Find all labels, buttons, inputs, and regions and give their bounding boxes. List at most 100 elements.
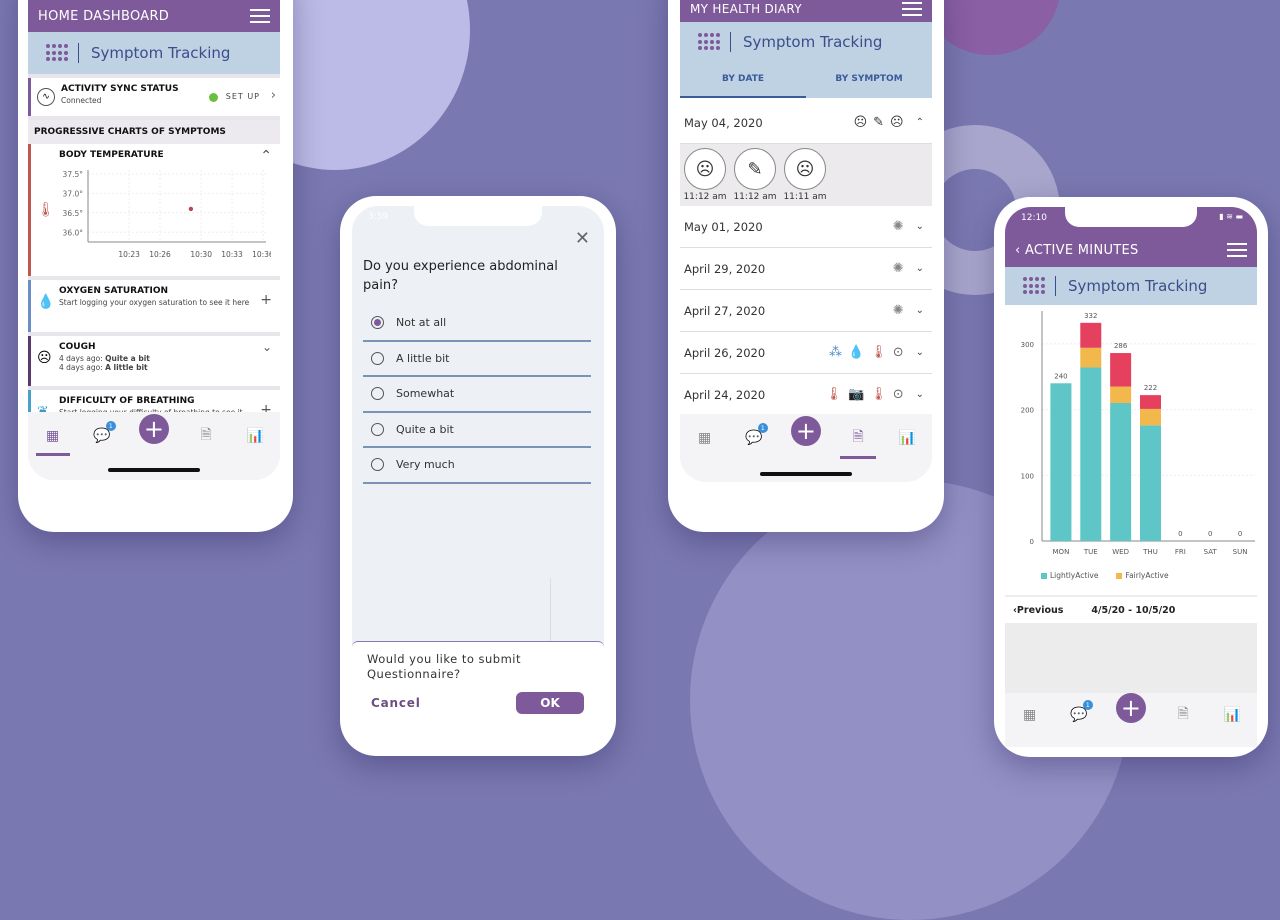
notification-badge: 1 (105, 421, 116, 431)
radio-button[interactable] (371, 316, 384, 330)
charts-icon[interactable]: 📊 (895, 426, 919, 450)
chevron-down-icon[interactable]: ⌄ (916, 389, 924, 400)
diary-icon[interactable]: 🗎 (846, 426, 870, 450)
dot-grid-logo-icon (46, 44, 68, 62)
chevron-down-icon[interactable]: ⌄ (262, 340, 272, 354)
bar-segment-veryactive[interactable] (1140, 395, 1161, 409)
hamburger-icon[interactable] (1227, 243, 1247, 257)
radio-button[interactable] (371, 351, 384, 365)
answer-option[interactable]: Quite a bit (363, 413, 591, 448)
add-icon[interactable]: + (260, 292, 272, 308)
body-temperature-chart: 37.5° 37.0° 36.5° 36.0° 10:23 10:26 10:30 10:33… (63, 170, 271, 259)
dashboard-icon[interactable]: ▦ (41, 424, 65, 448)
diary-entry[interactable]: ☹ 11:11 am (782, 148, 828, 206)
diary-row[interactable]: April 24, 2020 🌡 📷 🌡 ⊙ ⌄ (680, 374, 932, 416)
bar-segment-lightlyactive[interactable] (1140, 425, 1161, 541)
diary-row[interactable]: April 26, 2020 ⁂ 💧 🌡 ⊙ ⌄ (680, 332, 932, 374)
diary-row[interactable]: April 29, 2020 ✺ ⌄ (680, 248, 932, 290)
radio-button[interactable] (371, 387, 384, 401)
chevron-down-icon[interactable]: ⌄ (916, 263, 924, 274)
page-title: MY HEALTH DIARY (690, 2, 802, 16)
screen-questionnaire: 3:59 ✕ Do you experience abdominal pain?… (352, 206, 604, 746)
diary-entry[interactable]: ✎ 11:12 am (732, 148, 778, 206)
charts-icon[interactable]: 📊 (243, 424, 267, 448)
chevron-up-icon[interactable]: ⌃ (260, 148, 272, 164)
chat-icon[interactable]: 💬 1 (90, 421, 116, 448)
bar-segment-lightlyactive[interactable] (1050, 383, 1072, 541)
answer-option[interactable]: Not at all (363, 306, 591, 342)
bar-segment-fairlyactive[interactable] (1140, 408, 1161, 426)
hamburger-icon[interactable] (250, 9, 270, 23)
status-connected-dot (209, 93, 218, 102)
oxygen-saturation-card[interactable]: 💧 OXYGEN SATURATION Start logging your o… (28, 280, 280, 332)
bar-segment-fairlyactive[interactable] (1110, 386, 1132, 403)
more-icon: ⊙ (892, 345, 904, 360)
diary-date: May 04, 2020 (684, 115, 763, 130)
activity-sync-card[interactable]: ∿ ACTIVITY SYNC STATUS Connected SET UP … (28, 78, 280, 116)
bar-segment-lightlyactive[interactable] (1110, 403, 1132, 541)
bar-segment-veryactive[interactable] (1080, 322, 1102, 348)
chat-icon[interactable]: 💬 1 (742, 423, 768, 450)
body-temperature-card[interactable]: 🌡 BODY TEMPERATURE ⌃ 37.5° 37.0° 36.5° 36.0… (28, 144, 280, 276)
answer-option[interactable]: Somewhat (363, 377, 591, 413)
option-label: Not at all (396, 316, 447, 330)
diary-row-expanded[interactable]: May 04, 2020 ☹ ✎ ☹ ⌃ (680, 102, 932, 144)
answer-option[interactable]: Very much (363, 448, 591, 484)
cancel-button[interactable]: Cancel (371, 696, 421, 710)
diary-date: April 29, 2020 (684, 261, 766, 276)
diary-icon[interactable]: 🗎 (194, 424, 218, 448)
diary-icon[interactable]: 🗎 (1171, 703, 1195, 727)
legend-item[interactable]: LightlyActive (1041, 570, 1098, 582)
ok-button[interactable]: OK (516, 692, 584, 714)
tab-by-symptom[interactable]: BY SYMPTOM (806, 62, 932, 98)
cough-face-icon: ☹ (684, 148, 726, 190)
throat-pain-icon: ✎ (873, 115, 885, 130)
diary-row[interactable]: April 27, 2020 ✺ ⌄ (680, 290, 932, 332)
tab-by-date[interactable]: BY DATE (680, 62, 806, 98)
bar-segment-veryactive[interactable] (1110, 353, 1132, 387)
phone-active-minutes: 12:10 ▮ ≋ ▬ ‹ ACTIVE MINUTES Symptom Tra… (994, 197, 1268, 757)
x-tick-label: 10:33 (221, 250, 243, 259)
bar-segment-lightlyactive[interactable] (1080, 367, 1102, 541)
add-button[interactable]: + (790, 416, 821, 446)
chevron-down-icon[interactable]: ⌄ (916, 221, 924, 232)
add-button[interactable]: + (1115, 693, 1146, 723)
diary-icons: ⁂ 💧 🌡 ⊙ ⌄ (829, 345, 924, 360)
cough-title: COUGH (59, 342, 96, 352)
chat-icon[interactable]: 💬 1 (1067, 700, 1093, 727)
diary-icons: ✺ ⌄ (893, 303, 924, 318)
radio-button[interactable] (371, 422, 384, 436)
radio-button[interactable] (371, 458, 384, 472)
chevron-right-icon[interactable]: › (271, 88, 276, 103)
chevron-up-icon[interactable]: ⌃ (916, 117, 924, 128)
diary-row[interactable]: May 01, 2020 ✺ ⌄ (680, 206, 932, 248)
answer-option[interactable]: A little bit (363, 342, 591, 377)
entry-time: 11:12 am (733, 192, 777, 202)
dashboard-icon[interactable]: ▦ (693, 426, 717, 450)
data-point[interactable] (188, 206, 194, 212)
previous-button[interactable]: ‹Previous (1013, 605, 1063, 616)
close-icon[interactable]: ✕ (575, 228, 590, 249)
legend-item[interactable]: FairlyActive (1116, 570, 1169, 582)
chevron-down-icon[interactable]: ⌄ (916, 305, 924, 316)
diary-icons: ✺ ⌄ (893, 219, 924, 234)
brand-bar: Symptom Tracking (1005, 267, 1257, 305)
bar-total-label: 286 (1114, 342, 1128, 350)
charts-icon[interactable]: 📊 (1220, 703, 1244, 727)
add-button[interactable]: + (138, 414, 169, 444)
dashboard-icon[interactable]: ▦ (1018, 703, 1042, 727)
setup-link[interactable]: SET UP (226, 92, 260, 101)
diary-entry[interactable]: ☹ 11:12 am (682, 148, 728, 206)
date-range-bar: ‹Previous 4/5/20 - 10/5/20 (1005, 597, 1257, 623)
option-label: Very much (396, 458, 455, 472)
y-tick-label: 36.0° (63, 228, 84, 237)
screen-active-minutes: 12:10 ▮ ≋ ▬ ‹ ACTIVE MINUTES Symptom Tra… (1005, 207, 1257, 747)
brand-separator (1055, 276, 1056, 296)
bar-segment-fairlyactive[interactable] (1080, 347, 1102, 368)
cough-card[interactable]: ☹ COUGH 4 days ago: Quite a bit 4 days a… (28, 336, 280, 386)
page-title: HOME DASHBOARD (38, 8, 170, 24)
back-title[interactable]: ‹ ACTIVE MINUTES (1015, 243, 1139, 258)
status-time: 3:59 (368, 212, 389, 222)
chevron-down-icon[interactable]: ⌄ (916, 347, 924, 358)
hamburger-icon[interactable] (902, 2, 922, 16)
